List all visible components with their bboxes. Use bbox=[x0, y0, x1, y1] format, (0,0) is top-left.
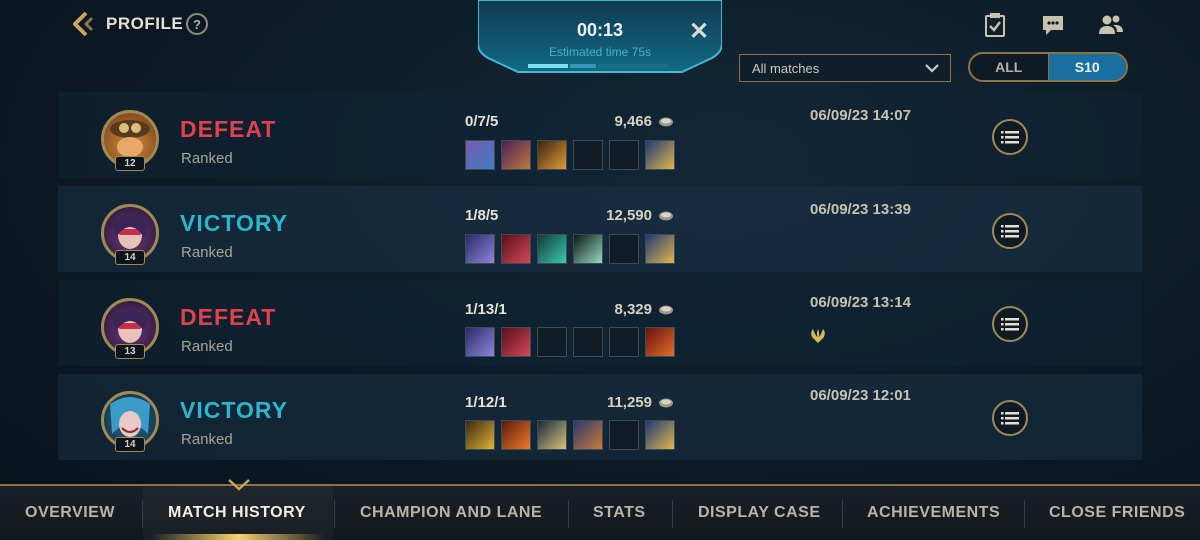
champion-level: 14 bbox=[115, 437, 145, 452]
list-icon bbox=[1001, 318, 1019, 331]
nav-divider bbox=[672, 500, 673, 528]
tab-champion-and-lane[interactable]: CHAMPION AND LANE bbox=[360, 504, 542, 522]
match-filter-select[interactable]: All matches bbox=[739, 54, 951, 82]
item-slot[interactable] bbox=[645, 140, 675, 170]
item-slot[interactable] bbox=[501, 234, 531, 264]
match-gold: 11,259 bbox=[606, 394, 652, 411]
caret-down-icon bbox=[228, 479, 250, 491]
match-kda: 1/13/1 bbox=[465, 301, 507, 318]
match-queue-type: Ranked bbox=[181, 244, 233, 261]
gold-icon bbox=[659, 117, 673, 127]
tab-achievements[interactable]: ACHIEVEMENTS bbox=[867, 504, 1000, 522]
item-slot[interactable] bbox=[609, 140, 639, 170]
item-slot[interactable] bbox=[465, 420, 495, 450]
list-icon bbox=[1001, 412, 1019, 425]
match-result: DEFEAT bbox=[180, 116, 277, 142]
item-slot[interactable] bbox=[645, 420, 675, 450]
gold-icon bbox=[659, 305, 673, 315]
match-details-button[interactable] bbox=[992, 213, 1028, 249]
item-slot[interactable] bbox=[573, 234, 603, 264]
champion-level: 12 bbox=[115, 156, 145, 171]
item-slot[interactable] bbox=[501, 327, 531, 357]
page-title: PROFILE bbox=[106, 14, 184, 33]
item-slot[interactable] bbox=[573, 140, 603, 170]
chevron-left-icon bbox=[73, 11, 94, 37]
season-toggle[interactable]: ALL S10 bbox=[968, 52, 1128, 82]
item-slot[interactable] bbox=[645, 234, 675, 264]
gold-icon bbox=[659, 398, 673, 408]
list-icon bbox=[1001, 225, 1019, 238]
tab-stats[interactable]: STATS bbox=[593, 504, 646, 522]
chevron-down-icon bbox=[925, 64, 939, 73]
friends-icon bbox=[1099, 15, 1123, 34]
match-kda: 1/12/1 bbox=[465, 394, 507, 411]
match-date: 06/09/23 13:14 bbox=[810, 294, 911, 311]
item-slot[interactable] bbox=[537, 140, 567, 170]
season-option-s10[interactable]: S10 bbox=[1047, 54, 1126, 80]
tab-display-case[interactable]: DISPLAY CASE bbox=[698, 504, 820, 522]
match-date: 06/09/23 13:39 bbox=[810, 201, 911, 218]
item-slot[interactable] bbox=[465, 140, 495, 170]
queue-estimate: Estimated time 75s bbox=[548, 45, 652, 59]
item-slot[interactable] bbox=[609, 420, 639, 450]
match-filter-value: All matches bbox=[752, 60, 820, 76]
match-kda: 0/7/5 bbox=[465, 113, 499, 130]
match-queue-type: Ranked bbox=[181, 150, 233, 167]
tab-overview[interactable]: OVERVIEW bbox=[25, 504, 115, 522]
chat-button[interactable] bbox=[1040, 12, 1066, 38]
match-date: 06/09/23 12:01 bbox=[810, 387, 911, 404]
item-slot[interactable] bbox=[465, 327, 495, 357]
season-option-all[interactable]: ALL bbox=[970, 54, 1048, 80]
help-button[interactable]: ? bbox=[186, 13, 208, 35]
match-details-button[interactable] bbox=[992, 400, 1028, 436]
match-details-button[interactable] bbox=[992, 119, 1028, 155]
match-gold: 12,590 bbox=[606, 207, 652, 224]
nav-divider bbox=[568, 500, 569, 528]
match-gold: 8,329 bbox=[614, 301, 652, 318]
active-tab-indicator bbox=[152, 534, 324, 540]
match-result: VICTORY bbox=[180, 210, 288, 236]
item-slot[interactable] bbox=[573, 420, 603, 450]
champion-level: 14 bbox=[115, 250, 145, 265]
friends-button[interactable] bbox=[1098, 12, 1124, 38]
match-result: VICTORY bbox=[180, 397, 288, 423]
gold-icon bbox=[659, 211, 673, 221]
item-slot[interactable] bbox=[573, 327, 603, 357]
match-details-button[interactable] bbox=[992, 306, 1028, 342]
nav-divider bbox=[842, 500, 843, 528]
item-slot[interactable] bbox=[609, 234, 639, 264]
match-date: 06/09/23 14:07 bbox=[810, 107, 911, 124]
nav-divider bbox=[334, 500, 335, 528]
item-slot[interactable] bbox=[645, 327, 675, 357]
champion-level: 13 bbox=[115, 344, 145, 359]
item-slot[interactable] bbox=[501, 420, 531, 450]
tab-close-friends[interactable]: CLOSE FRIENDS bbox=[1049, 504, 1185, 522]
item-slot[interactable] bbox=[609, 327, 639, 357]
match-gold: 9,466 bbox=[614, 113, 652, 130]
missions-button[interactable] bbox=[982, 12, 1008, 38]
back-button[interactable] bbox=[70, 10, 96, 38]
laurel-icon bbox=[811, 329, 825, 343]
clipboard-icon bbox=[985, 13, 1005, 37]
cancel-queue-button[interactable]: ✕ bbox=[686, 18, 712, 45]
match-queue-type: Ranked bbox=[181, 338, 233, 355]
match-queue-type: Ranked bbox=[181, 431, 233, 448]
list-icon bbox=[1001, 131, 1019, 144]
match-kda: 1/8/5 bbox=[465, 207, 499, 224]
item-slot[interactable] bbox=[465, 234, 495, 264]
item-slot[interactable] bbox=[501, 140, 531, 170]
item-slot[interactable] bbox=[537, 327, 567, 357]
match-result: DEFEAT bbox=[180, 304, 277, 330]
item-slot[interactable] bbox=[537, 234, 567, 264]
nav-divider bbox=[142, 500, 143, 528]
nav-divider bbox=[1024, 500, 1025, 528]
chat-bubble-icon bbox=[1043, 16, 1063, 35]
tab-match-history[interactable]: MATCH HISTORY bbox=[168, 504, 306, 522]
item-slot[interactable] bbox=[537, 420, 567, 450]
